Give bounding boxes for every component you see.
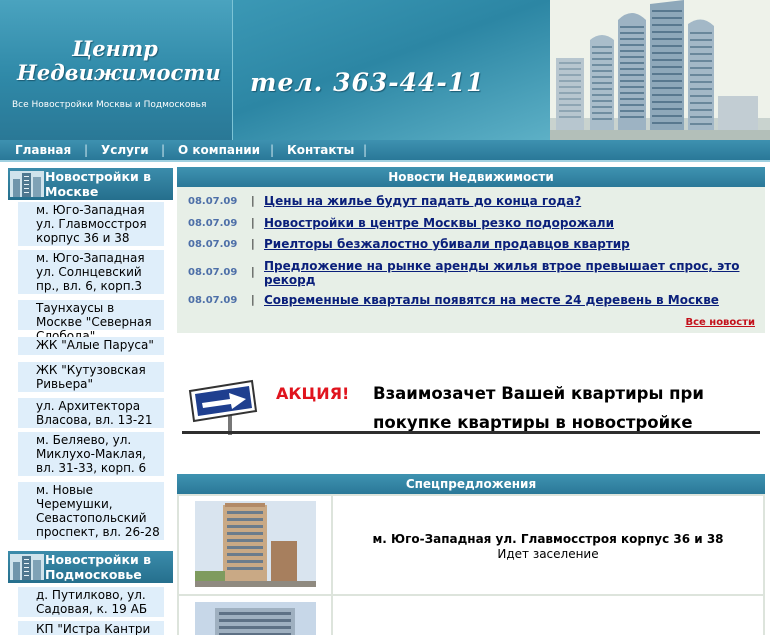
offer-info-cell: м. Юго-Западная ул. Главмосстроя корпус …: [333, 496, 763, 594]
sidebar-item[interactable]: КП "Истра Кантри: [18, 621, 164, 635]
sidebar-item[interactable]: д. Путилково, ул. Садовая, к. 19 АБ: [18, 587, 164, 617]
news-link[interactable]: Риелторы безжалостно убивали продавцов к…: [264, 237, 744, 251]
buildings-icon: [10, 554, 44, 580]
arrow-sign-icon: [188, 379, 258, 435]
nav-separator: |: [161, 143, 166, 157]
special-offers-title: Спецпредложения: [177, 474, 765, 494]
news-date: 08.07.09: [188, 239, 238, 250]
promo-tag: АКЦИЯ!: [276, 384, 350, 403]
sidebar-item[interactable]: ул. Архитектора Власова, вл. 13-21: [18, 398, 164, 428]
nav-services[interactable]: Услуги: [101, 143, 149, 157]
news-title: Новости Недвижимости: [177, 167, 765, 187]
sidebar-heading-moscow: Новостройки в Москве: [8, 168, 173, 200]
sidebar-item[interactable]: м. Новые Черемушки, Севастопольский прос…: [18, 482, 164, 540]
banner-underline: [182, 431, 760, 434]
main-nav: Главная | Услуги | О компании | Контакты…: [0, 140, 770, 162]
sidebar-item[interactable]: м. Юго-Западная ул. Главмосстроя корпус …: [18, 202, 164, 246]
offer-photo[interactable]: [195, 501, 316, 587]
news-separator: |: [251, 216, 255, 229]
offer-photo[interactable]: [195, 602, 316, 635]
news-panel: Новости Недвижимости 08.07.09 | Цены на …: [177, 167, 765, 333]
news-separator: |: [251, 265, 255, 278]
news-separator: |: [251, 194, 255, 207]
offer-image-cell: [179, 596, 331, 635]
nav-contacts[interactable]: Контакты: [287, 143, 354, 157]
news-link[interactable]: Предложение на рынке аренды жилья втрое …: [264, 259, 744, 287]
promo-banner[interactable]: АКЦИЯ! Взаимозачет Вашей квартиры при по…: [180, 372, 762, 436]
sidebar-heading-text[interactable]: Новостройки в Москве: [45, 169, 171, 199]
news-date: 08.07.09: [188, 196, 238, 207]
skyscrapers-image: [550, 0, 770, 140]
offer-status: Идет заселение: [497, 547, 599, 561]
nav-about[interactable]: О компании: [178, 143, 260, 157]
special-offers-table: м. Юго-Западная ул. Главмосстроя корпус …: [177, 494, 765, 635]
sidebar-item[interactable]: м. Беляево, ул. Миклухо-Маклая, вл. 31-3…: [18, 432, 164, 476]
sidebar-heading-text[interactable]: Новостройки в Подмосковье: [45, 552, 171, 582]
nav-separator: |: [84, 143, 89, 157]
news-separator: |: [251, 237, 255, 250]
offer-title[interactable]: м. Юго-Западная ул. Главмосстроя корпус …: [333, 532, 763, 546]
news-link[interactable]: Цены на жилье будут падать до конца года…: [264, 194, 744, 208]
site-header: Центр Недвижимости Все Новостройки Москв…: [0, 0, 770, 140]
news-link[interactable]: Новостройки в центре Москвы резко подоро…: [264, 216, 744, 230]
news-date: 08.07.09: [188, 295, 238, 306]
nav-separator: |: [270, 143, 275, 157]
news-separator: |: [251, 293, 255, 306]
promo-text-line1: Взаимозачет Вашей квартиры при: [373, 384, 704, 403]
offer-image-cell: [179, 496, 331, 594]
offer-info-cell: [333, 596, 763, 635]
sidebar-item[interactable]: ЖК "Кутузовская Ривьера": [18, 362, 164, 392]
site-tagline: Все Новостройки Москвы и Подмосковья: [12, 100, 207, 110]
news-date: 08.07.09: [188, 267, 238, 278]
sidebar-item[interactable]: Таунхаусы в Москве "Северная Слобода": [18, 300, 164, 343]
nav-separator: |: [363, 143, 368, 157]
all-news-link[interactable]: Все новости: [685, 317, 755, 328]
sidebar-item[interactable]: м. Юго-Западная ул. Солнцевский пр., вл.…: [18, 250, 164, 294]
buildings-icon: [10, 171, 44, 197]
logo-text-line1[interactable]: Центр: [72, 36, 158, 61]
sidebar-item[interactable]: ЖК "Алые Паруса": [18, 337, 164, 355]
sidebar-heading-region: Новостройки в Подмосковье: [8, 551, 173, 583]
promo-text-line2: покупке квартиры в новостройке: [373, 413, 693, 432]
news-date: 08.07.09: [188, 218, 238, 229]
logo-text-line2[interactable]: Недвижимости: [17, 60, 221, 85]
nav-home[interactable]: Главная: [15, 143, 71, 157]
news-link[interactable]: Современные кварталы появятся на месте 2…: [264, 293, 744, 307]
phone-number: тел. 363-44-11: [250, 68, 485, 97]
